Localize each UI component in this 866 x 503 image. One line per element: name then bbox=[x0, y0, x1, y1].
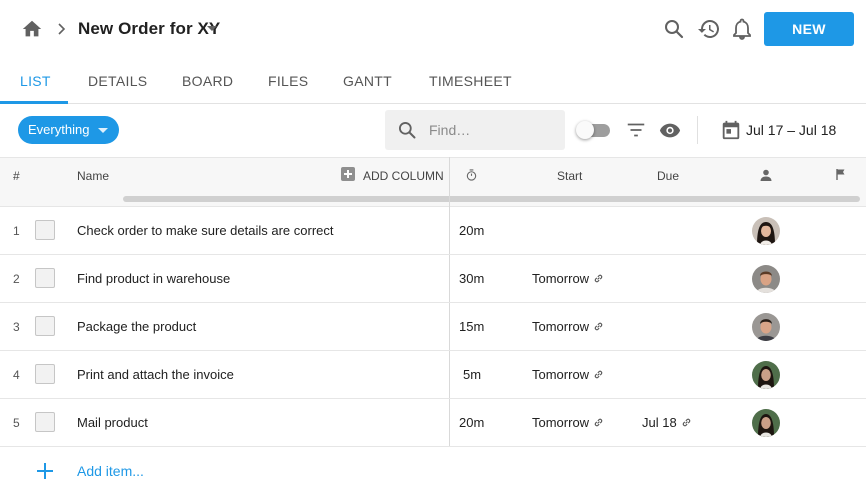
toggle-switch[interactable] bbox=[576, 121, 610, 139]
task-duration[interactable]: 30m bbox=[459, 271, 484, 287]
app-header: New Order for XY NEW bbox=[0, 0, 866, 58]
task-name[interactable]: Check order to make sure details are cor… bbox=[77, 223, 334, 239]
task-name[interactable]: Find product in warehouse bbox=[77, 271, 230, 287]
tab-bar: LIST DETAILS BOARD FILES GANTT TIMESHEET bbox=[0, 60, 866, 104]
row-checkbox[interactable] bbox=[35, 412, 55, 432]
task-name[interactable]: Package the product bbox=[77, 319, 196, 335]
caret-down-icon bbox=[98, 128, 108, 133]
tab-board[interactable]: BOARD bbox=[182, 73, 233, 89]
assignee-avatar[interactable] bbox=[752, 313, 780, 341]
search-icon[interactable] bbox=[662, 17, 686, 41]
start-label: Tomorrow bbox=[532, 271, 590, 286]
row-index: 2 bbox=[13, 272, 20, 286]
task-duration[interactable]: 20m bbox=[459, 223, 484, 239]
scrollbar-thumb[interactable] bbox=[123, 196, 860, 202]
task-duration[interactable]: 5m bbox=[463, 367, 481, 383]
table-row[interactable]: 5 Mail product 20m Tomorrow Jul 18 bbox=[0, 399, 866, 447]
task-start[interactable]: Tomorrow bbox=[532, 367, 604, 383]
table-header: # Name ADD COLUMN Start Due bbox=[0, 157, 866, 192]
add-item-link[interactable]: Add item... bbox=[77, 463, 144, 479]
link-icon bbox=[594, 274, 603, 283]
search-icon bbox=[399, 122, 416, 139]
horizontal-scrollbar[interactable] bbox=[0, 192, 866, 207]
eye-icon[interactable] bbox=[659, 119, 681, 141]
row-index: 1 bbox=[13, 224, 20, 238]
task-name[interactable]: Mail product bbox=[77, 415, 148, 431]
tab-gantt[interactable]: GANTT bbox=[343, 73, 392, 89]
start-label: Tomorrow bbox=[532, 415, 590, 430]
bell-icon[interactable] bbox=[730, 17, 754, 41]
assignee-avatar[interactable] bbox=[752, 409, 780, 437]
tab-timesheet[interactable]: TIMESHEET bbox=[429, 73, 512, 89]
task-name[interactable]: Print and attach the invoice bbox=[77, 367, 234, 383]
row-index: 5 bbox=[13, 416, 20, 430]
row-checkbox[interactable] bbox=[35, 268, 55, 288]
table-row[interactable]: 3 Package the product 15m Tomorrow bbox=[0, 303, 866, 351]
new-button[interactable]: NEW bbox=[764, 12, 854, 46]
active-tab-indicator bbox=[0, 101, 68, 104]
page-title[interactable]: New Order for XY bbox=[78, 18, 220, 40]
chevron-right-icon bbox=[58, 23, 66, 35]
row-checkbox[interactable] bbox=[35, 364, 55, 384]
link-icon bbox=[594, 370, 603, 379]
assignee-avatar[interactable] bbox=[752, 265, 780, 293]
task-duration[interactable]: 20m bbox=[459, 415, 484, 431]
link-icon bbox=[594, 418, 603, 427]
caret-down-icon[interactable] bbox=[206, 25, 218, 33]
row-checkbox[interactable] bbox=[35, 220, 55, 240]
task-start[interactable]: Tomorrow bbox=[532, 415, 604, 431]
column-header-start[interactable]: Start bbox=[557, 169, 582, 183]
flag-icon[interactable] bbox=[835, 168, 847, 181]
calendar-icon[interactable] bbox=[720, 119, 742, 141]
row-index: 4 bbox=[13, 368, 20, 382]
toggle-knob bbox=[576, 121, 594, 139]
start-label: Tomorrow bbox=[532, 367, 590, 382]
toolbar-divider bbox=[697, 116, 698, 144]
column-header-due[interactable]: Due bbox=[657, 169, 679, 183]
table-row[interactable]: 4 Print and attach the invoice 5m Tomorr… bbox=[0, 351, 866, 399]
timer-icon[interactable] bbox=[465, 168, 478, 182]
start-label: Tomorrow bbox=[532, 319, 590, 334]
add-column-button[interactable]: ADD COLUMN bbox=[363, 169, 444, 183]
tab-files[interactable]: FILES bbox=[268, 73, 308, 89]
assignee-avatar[interactable] bbox=[752, 361, 780, 389]
task-due[interactable]: Jul 18 bbox=[642, 415, 692, 431]
column-header-name[interactable]: Name bbox=[77, 169, 109, 183]
row-checkbox[interactable] bbox=[35, 316, 55, 336]
task-duration[interactable]: 15m bbox=[459, 319, 484, 335]
task-start[interactable]: Tomorrow bbox=[532, 319, 604, 335]
search-box[interactable] bbox=[385, 110, 565, 150]
link-icon bbox=[594, 322, 603, 331]
row-index: 3 bbox=[13, 320, 20, 334]
home-icon[interactable] bbox=[21, 18, 43, 40]
task-start[interactable]: Tomorrow bbox=[532, 271, 604, 287]
filter-icon[interactable] bbox=[625, 119, 647, 141]
column-header-index: # bbox=[13, 169, 20, 183]
link-icon bbox=[682, 418, 690, 427]
person-icon[interactable] bbox=[759, 168, 773, 182]
tab-list[interactable]: LIST bbox=[20, 73, 51, 89]
table-row[interactable]: 1 Check order to make sure details are c… bbox=[0, 207, 866, 255]
table-row[interactable]: 2 Find product in warehouse 30m Tomorrow bbox=[0, 255, 866, 303]
assignee-avatar[interactable] bbox=[752, 217, 780, 245]
due-label: Jul 18 bbox=[642, 415, 677, 430]
add-column-icon[interactable] bbox=[341, 167, 355, 181]
add-item-row[interactable]: Add item... bbox=[0, 447, 866, 495]
filter-chip[interactable]: Everything bbox=[18, 116, 119, 144]
history-icon[interactable] bbox=[697, 17, 721, 41]
date-range[interactable]: Jul 17 – Jul 18 bbox=[746, 122, 836, 138]
search-input[interactable] bbox=[429, 120, 559, 140]
plus-icon[interactable] bbox=[37, 463, 53, 479]
tab-details[interactable]: DETAILS bbox=[88, 73, 147, 89]
filter-chip-label: Everything bbox=[28, 122, 90, 137]
